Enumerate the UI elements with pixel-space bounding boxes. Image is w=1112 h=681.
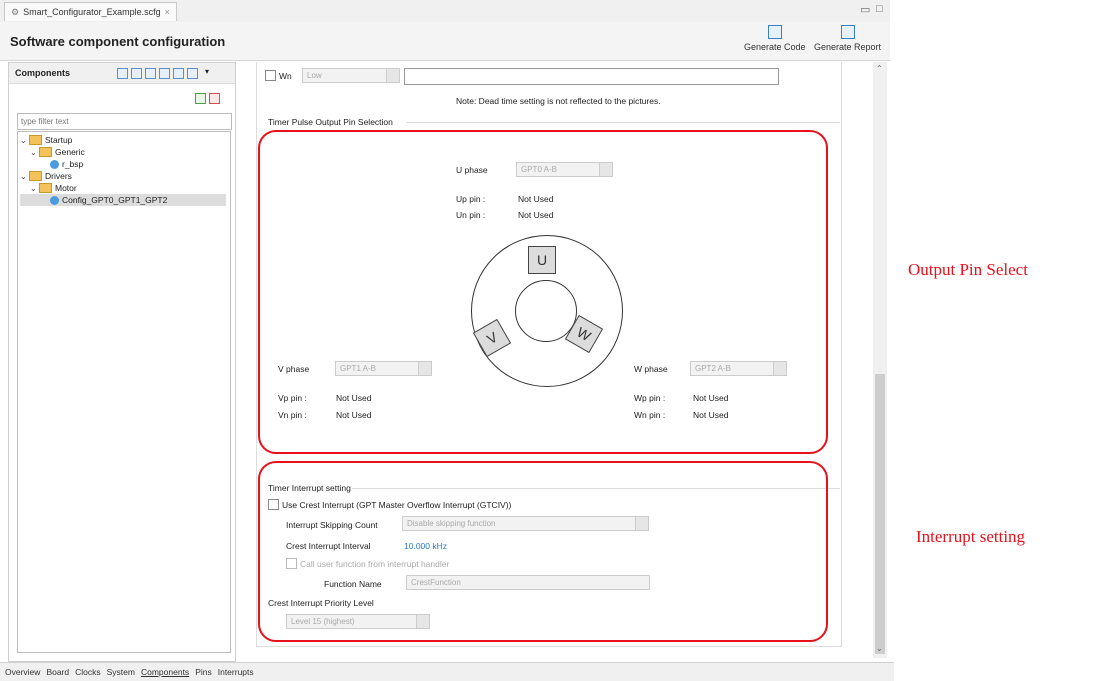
expand-all-icon[interactable] [159, 68, 170, 79]
tree-item-label: r_bsp [62, 159, 84, 169]
editor-tab[interactable]: ⚙ Smart_Configurator_Example.scfg × [4, 2, 177, 21]
component-tree: ⌄ Startup ⌄ Generic r_bsp ⌄ Drivers ⌄ Motor … [17, 131, 231, 653]
tab-interrupts[interactable]: Interrupts [217, 667, 255, 677]
tree-item-generic[interactable]: ⌄ Generic [20, 146, 226, 158]
generate-report-label: Generate Report [814, 42, 882, 52]
view-menu-icon[interactable] [187, 68, 198, 79]
components-panel-title: Components [15, 68, 70, 78]
tab-board[interactable]: Board [45, 667, 70, 677]
minimize-icon[interactable]: ▭ [860, 3, 870, 16]
wn-select[interactable]: Low [302, 68, 400, 83]
generate-report-button[interactable]: Generate Report [814, 25, 881, 52]
generate-code-label: Generate Code [744, 42, 806, 52]
tree-item-label: Drivers [45, 171, 72, 181]
scroll-thumb[interactable] [875, 374, 885, 654]
chevron-down-icon[interactable] [386, 69, 399, 82]
vertical-scrollbar[interactable]: ⌃ ⌄ [873, 62, 887, 658]
folder-icon [39, 183, 52, 193]
tree-item-label: Config_GPT0_GPT1_GPT2 [62, 195, 168, 205]
page-title: Software component configuration [10, 34, 226, 49]
output-pin-highlight [258, 130, 828, 454]
tree-item-motor[interactable]: ⌄ Motor [20, 182, 226, 194]
add-component-icon[interactable] [117, 68, 128, 79]
tree-item-label: Startup [45, 135, 73, 145]
tab-components[interactable]: Components [140, 667, 190, 677]
generate-code-icon [767, 25, 782, 39]
interrupt-annotation: Interrupt setting [916, 527, 1026, 546]
chevron-down-icon[interactable]: ⌄ [20, 172, 29, 181]
wn-row: Wn [265, 70, 292, 81]
filter-icon[interactable] [173, 68, 184, 79]
maximize-icon[interactable]: □ [876, 3, 883, 15]
folder-icon [39, 147, 52, 157]
tab-clocks[interactable]: Clocks [74, 667, 102, 677]
tree-item-r-bsp[interactable]: r_bsp [20, 158, 226, 170]
components-panel: Components ▾ ⌄ Startup ⌄ Generic r_bsp ⌄ Dr… [8, 62, 236, 662]
tree-item-config-gpt[interactable]: Config_GPT0_GPT1_GPT2 [20, 194, 226, 206]
components-panel-header: Components ▾ [9, 63, 235, 84]
pin-selection-title: Timer Pulse Output Pin Selection [268, 117, 393, 127]
wn-checkbox[interactable] [265, 70, 276, 81]
component-filter-input[interactable] [17, 113, 232, 130]
close-icon[interactable]: × [165, 7, 170, 17]
tab-overview[interactable]: Overview [4, 667, 41, 677]
wn-select-value: Low [307, 71, 322, 80]
collapse-all-icon[interactable] [145, 68, 156, 79]
interrupt-highlight [258, 461, 828, 642]
tree-item-startup[interactable]: ⌄ Startup [20, 134, 226, 146]
section-divider [406, 122, 840, 123]
scroll-up-icon[interactable]: ⌃ [876, 64, 883, 73]
dead-time-note: Note: Dead time setting is not reflected… [456, 96, 661, 106]
wn-value-input[interactable] [404, 68, 779, 85]
bottom-tab-bar: Overview Board Clocks System Components … [0, 662, 894, 681]
tree-item-label: Generic [55, 147, 85, 157]
tree-item-label: Motor [55, 183, 77, 193]
folder-icon [29, 171, 42, 181]
chevron-down-icon[interactable]: ▾ [205, 67, 209, 76]
tab-pins[interactable]: Pins [194, 667, 213, 677]
title-row: Software component configuration Generat… [0, 22, 890, 61]
tab-system[interactable]: System [106, 667, 136, 677]
chevron-down-icon[interactable]: ⌄ [20, 136, 29, 145]
add-icon[interactable] [195, 93, 206, 104]
editor-tab-bar: ⚙ Smart_Configurator_Example.scfg × ▭ □ [0, 0, 890, 23]
delete-icon[interactable] [209, 93, 220, 104]
remove-component-icon[interactable] [131, 68, 142, 79]
chevron-down-icon[interactable]: ⌄ [30, 148, 39, 157]
scroll-down-icon[interactable]: ⌄ [876, 644, 883, 653]
component-icon [50, 159, 59, 169]
editor-tab-label: Smart_Configurator_Example.scfg [23, 7, 161, 17]
component-icon [50, 195, 59, 205]
gear-icon: ⚙ [11, 6, 20, 17]
folder-icon [29, 135, 42, 145]
tree-item-drivers[interactable]: ⌄ Drivers [20, 170, 226, 182]
generate-code-button[interactable]: Generate Code [744, 25, 806, 52]
wn-label: Wn [279, 70, 292, 81]
chevron-down-icon[interactable]: ⌄ [30, 184, 39, 193]
generate-report-icon [840, 25, 855, 39]
output-pin-annotation: Output Pin Select [908, 260, 1028, 279]
